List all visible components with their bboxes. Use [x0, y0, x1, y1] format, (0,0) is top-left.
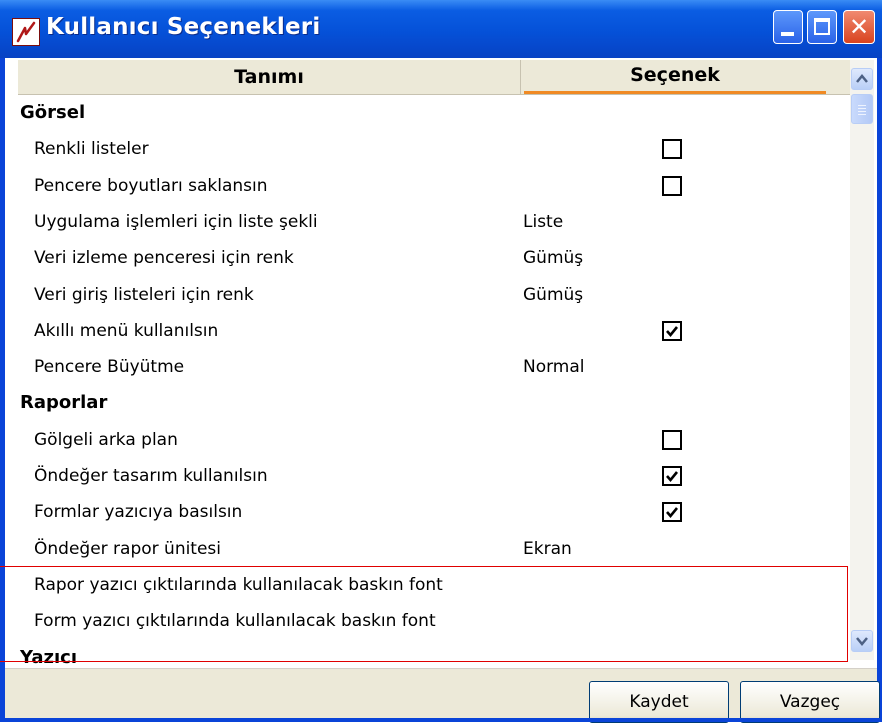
cancel-button[interactable]: Vazgeç	[740, 681, 880, 723]
window-title: Kullanıcı Seçenekleri	[46, 14, 321, 40]
option-row[interactable]: Pencere boyutları saklansın	[18, 168, 852, 204]
option-row[interactable]: Akıllı menü kullanılsın	[18, 313, 852, 349]
button-bar: Kaydet Vazgeç	[5, 668, 880, 723]
column-header-option[interactable]: Seçenek	[524, 60, 826, 94]
close-icon: ✕	[848, 13, 870, 41]
column-header-description[interactable]: Tanımı	[18, 60, 521, 94]
option-label: Öndeğer tasarım kullanılsın	[34, 466, 268, 486]
scroll-up-button[interactable]	[851, 68, 873, 90]
title-bar[interactable]: Kullanıcı Seçenekleri ✕	[0, 0, 882, 58]
option-row[interactable]: Formlar yazıcıya basılsın	[18, 494, 852, 530]
option-row[interactable]: Uygulama işlemleri için liste şekli Liste	[18, 204, 852, 240]
option-row[interactable]: Pencere Büyütme Normal	[18, 349, 852, 385]
option-row[interactable]: Renkli listeler	[18, 131, 852, 167]
checkbox-checked[interactable]	[662, 466, 682, 486]
option-label: Formlar yazıcıya basılsın	[34, 502, 243, 522]
grip-line	[858, 114, 866, 115]
option-label: Veri giriş listeleri için renk	[34, 285, 254, 305]
checkmark-icon	[666, 471, 679, 483]
option-row[interactable]: Veri giriş listeleri için renk Gümüş	[18, 277, 852, 313]
maximize-icon	[814, 18, 830, 35]
option-row[interactable]: Öndeğer tasarım kullanılsın	[18, 458, 852, 494]
highlight-annotation	[0, 566, 848, 662]
checkmark-icon	[666, 326, 679, 338]
option-label: Pencere boyutları saklansın	[34, 176, 268, 196]
section-title: Raporlar	[20, 392, 108, 413]
option-label: Gölgeli arka plan	[34, 430, 178, 450]
window-bottom-border	[0, 718, 882, 722]
app-window: Kullanıcı Seçenekleri ✕ Tanımı Seçenek G…	[0, 0, 882, 723]
vertical-scrollbar[interactable]	[850, 60, 874, 660]
section-header: Raporlar	[18, 385, 852, 421]
minimize-icon	[781, 32, 794, 36]
checkbox-unchecked[interactable]	[662, 176, 682, 196]
grip-line	[858, 108, 866, 109]
option-label: Pencere Büyütme	[34, 357, 185, 377]
option-label: Renkli listeler	[34, 139, 149, 159]
section-header: Görsel	[18, 95, 852, 131]
close-button[interactable]: ✕	[843, 10, 875, 44]
option-value[interactable]: Liste	[523, 204, 563, 240]
option-label: Veri izleme penceresi için renk	[34, 248, 294, 268]
option-row[interactable]: Veri izleme penceresi için renk Gümüş	[18, 240, 852, 276]
checkbox-checked[interactable]	[662, 502, 682, 522]
checkmark-icon	[666, 507, 679, 519]
option-value[interactable]: Gümüş	[523, 277, 583, 313]
grip-line	[858, 111, 866, 112]
chevron-down-icon	[856, 637, 868, 646]
save-button[interactable]: Kaydet	[589, 681, 729, 723]
option-label: Uygulama işlemleri için liste şekli	[34, 212, 318, 232]
option-value[interactable]: Gümüş	[523, 240, 583, 276]
option-label: Öndeğer rapor ünitesi	[34, 539, 222, 559]
option-row[interactable]: Gölgeli arka plan	[18, 422, 852, 458]
scroll-down-button[interactable]	[851, 630, 873, 652]
option-value[interactable]: Normal	[523, 349, 585, 385]
option-label: Akıllı menü kullanılsın	[34, 321, 219, 341]
scroll-thumb[interactable]	[851, 94, 873, 124]
checkbox-checked[interactable]	[662, 321, 682, 341]
grid-header: Tanımı Seçenek	[18, 60, 852, 95]
checkbox-unchecked[interactable]	[662, 430, 682, 450]
section-title: Görsel	[20, 102, 86, 123]
minimize-button[interactable]	[773, 10, 803, 44]
chevron-up-icon	[856, 74, 868, 83]
checkbox-unchecked[interactable]	[662, 139, 682, 159]
option-row[interactable]: Öndeğer rapor ünitesi Ekran	[18, 531, 852, 567]
option-value[interactable]: Ekran	[523, 531, 572, 567]
maximize-button[interactable]	[807, 10, 837, 44]
grip-line	[858, 105, 866, 106]
app-logo-icon[interactable]	[12, 18, 40, 46]
